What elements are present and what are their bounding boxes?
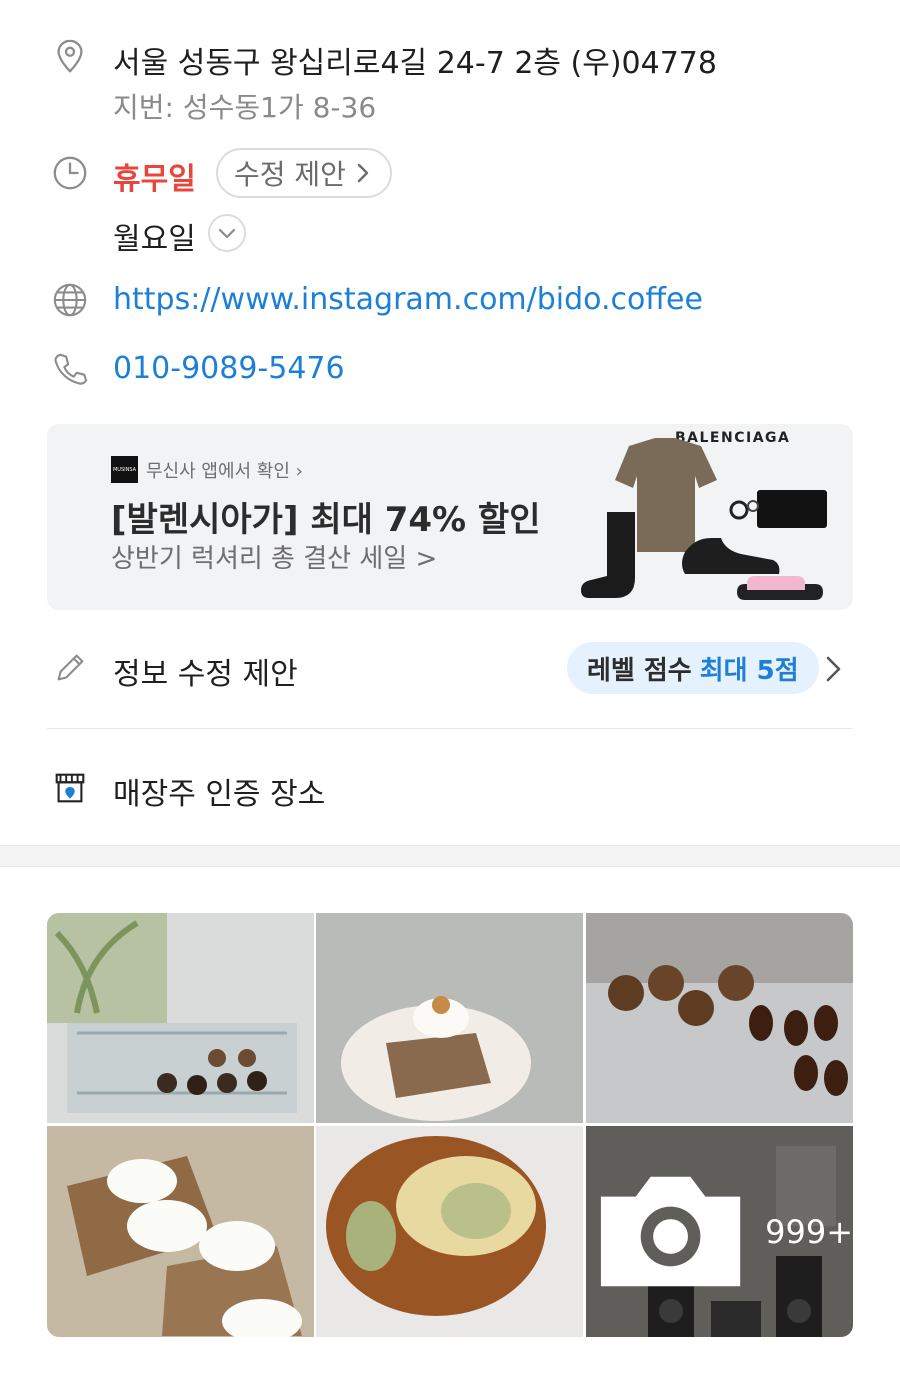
section-separator [0, 845, 900, 867]
ad-source: MUSINSA 무신사 앱에서 확인 › [111, 456, 303, 483]
ad-banner[interactable]: MUSINSA 무신사 앱에서 확인 › [발렌시아가] 최대 74% 할인 상… [47, 424, 853, 610]
clock-icon [50, 153, 90, 193]
photo-more[interactable]: 999+ [586, 1126, 853, 1337]
level-score-badge: 레벨 점수 최대 5점 [567, 642, 819, 694]
suggest-edit-hours-button[interactable]: 수정 제안 [216, 148, 392, 198]
address-road: 서울 성동구 왕십리로4길 24-7 2층 (우)04778 [113, 46, 717, 81]
ad-source-label: 무신사 앱에서 확인 › [146, 460, 303, 482]
globe-icon [50, 280, 90, 320]
edit-info-link[interactable]: 정보 수정 제안 [113, 649, 298, 693]
photo-thumbnail[interactable] [316, 1126, 583, 1337]
address-lot: 지번: 성수동1가 8-36 [113, 91, 377, 124]
website-link[interactable]: https://www.instagram.com/bido.coffee [113, 282, 703, 317]
level-score-value: 최대 5점 [699, 655, 799, 686]
store-verified-icon [50, 768, 90, 808]
divider [47, 728, 853, 729]
phone-icon [50, 349, 90, 389]
musinsa-logo: MUSINSA [111, 456, 138, 483]
hours-day: 월요일 [113, 222, 196, 257]
hours-status: 휴무일 [113, 162, 196, 197]
ad-subtitle: 상반기 럭셔리 총 결산 세일 > [111, 544, 438, 574]
photo-grid: 999+ [47, 913, 853, 1337]
phone-link[interactable]: 010-9089-5476 [113, 351, 345, 386]
expand-hours-button[interactable] [208, 214, 246, 252]
photo-thumbnail[interactable] [316, 913, 583, 1123]
photo-count: 999+ [765, 1212, 853, 1251]
photo-more-overlay: 999+ [586, 1126, 853, 1337]
photo-thumbnail[interactable] [47, 1126, 314, 1337]
chevron-right-icon[interactable] [822, 654, 846, 684]
chevron-down-icon [218, 228, 236, 239]
location-pin-icon [50, 36, 90, 76]
pencil-icon [50, 648, 90, 688]
camera-icon [600, 1176, 741, 1287]
chevron-right-icon [357, 163, 369, 183]
level-score-label: 레벨 점수 [587, 655, 692, 686]
suggest-edit-label: 수정 제안 [234, 158, 346, 191]
photo-thumbnail[interactable] [47, 913, 314, 1123]
ad-product-image [581, 438, 827, 600]
owner-verified-label: 매장주 인증 장소 [113, 777, 326, 812]
photo-thumbnail[interactable] [586, 913, 853, 1123]
ad-title: [발렌시아가] 최대 74% 할인 [111, 500, 541, 540]
